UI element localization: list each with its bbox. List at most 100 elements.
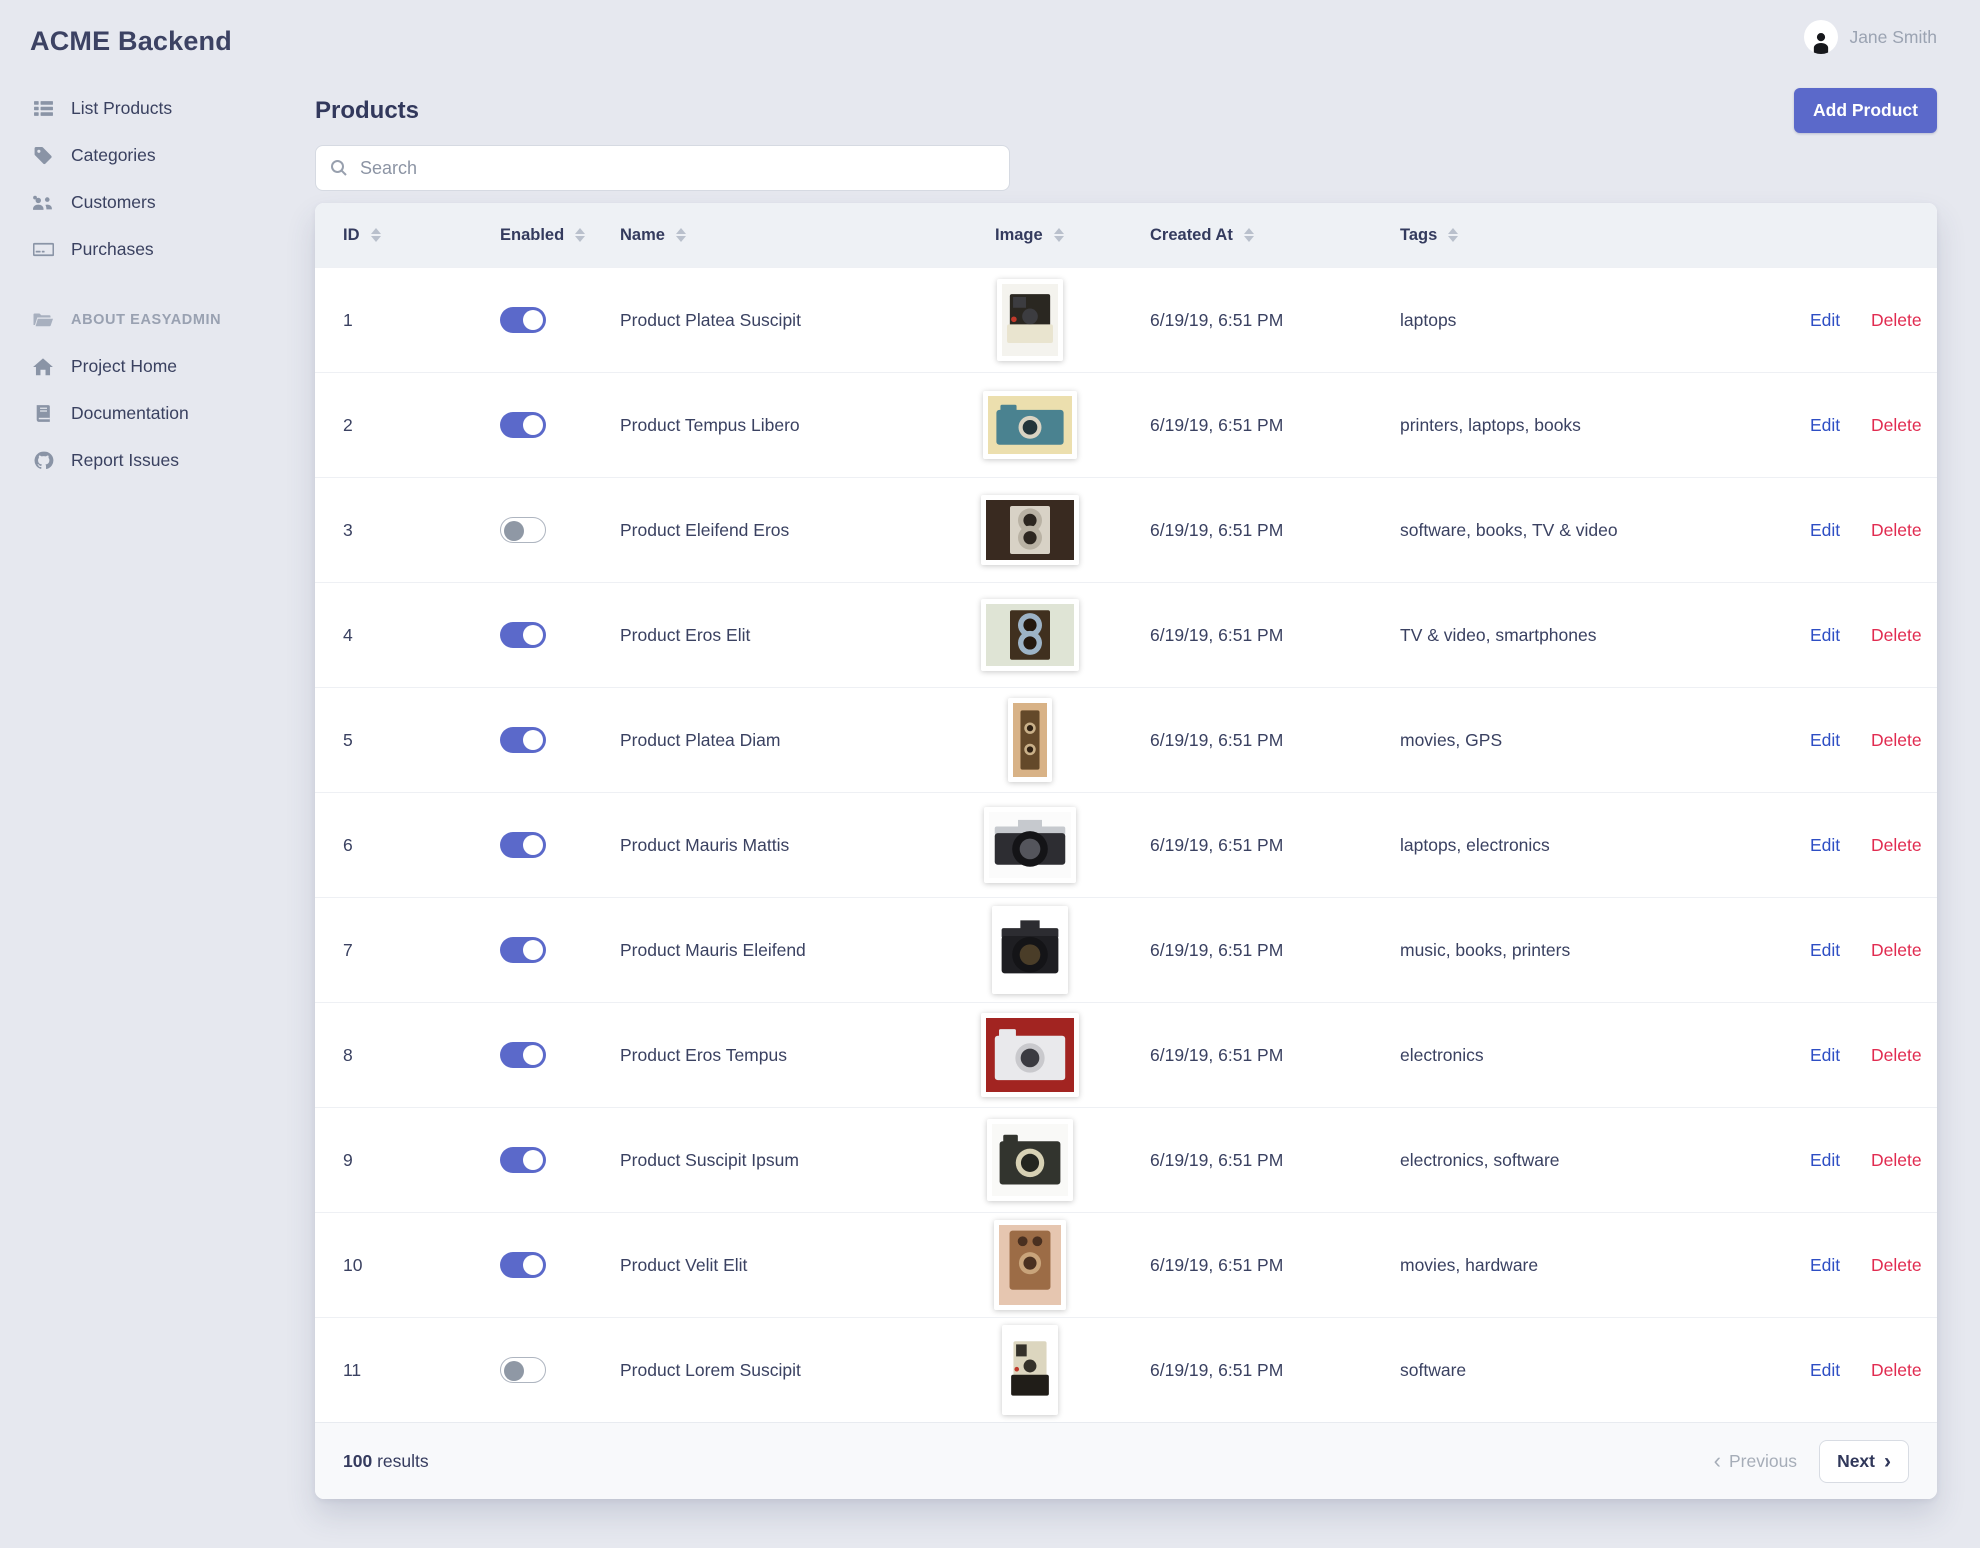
- enabled-toggle[interactable]: [500, 1147, 546, 1173]
- chevron-right-icon: ›: [1884, 1449, 1891, 1473]
- table-row: 9 Product Suscipit Ipsum 6/19/19, 6:51 P…: [315, 1107, 1937, 1213]
- product-image-frame: [989, 812, 1071, 878]
- sidebar-item-label: Documentation: [71, 403, 189, 423]
- app-title: ACME Backend: [30, 26, 232, 56]
- edit-link[interactable]: Edit: [1810, 520, 1840, 540]
- enabled-toggle[interactable]: [500, 832, 546, 858]
- product-image: [997, 279, 1063, 361]
- edit-link[interactable]: Edit: [1810, 835, 1840, 855]
- sidebar-item-project-home[interactable]: Project Home: [30, 343, 312, 390]
- delete-link[interactable]: Delete: [1871, 310, 1922, 330]
- cell-tags: movies, GPS: [1380, 687, 1810, 793]
- edit-link[interactable]: Edit: [1810, 730, 1840, 750]
- cell-id: 5: [315, 687, 465, 793]
- avatar: [1804, 20, 1839, 54]
- product-image: [983, 391, 1077, 459]
- enabled-toggle[interactable]: [500, 517, 546, 543]
- product-name: Product Suscipit Ipsum: [590, 1107, 930, 1213]
- results-label: results: [377, 1450, 429, 1471]
- product-image-frame: [1007, 1330, 1053, 1410]
- sidebar-item-purchases[interactable]: Purchases: [30, 226, 312, 273]
- delete-link[interactable]: Delete: [1871, 415, 1922, 435]
- product-image: [994, 1220, 1066, 1310]
- search-input[interactable]: [358, 156, 995, 180]
- product-image-frame: [986, 604, 1074, 666]
- enabled-toggle[interactable]: [500, 937, 546, 963]
- products-table: ID Enabled Name Image Created At Tags 1 Produ…: [315, 203, 1937, 1422]
- cell-created: 6/19/19, 6:51 PM: [1130, 1212, 1380, 1318]
- cell-tags: electronics, software: [1380, 1107, 1810, 1213]
- enabled-toggle[interactable]: [500, 1042, 546, 1068]
- cell-tags: laptops: [1380, 267, 1810, 373]
- delete-link[interactable]: Delete: [1871, 1150, 1922, 1170]
- enabled-toggle[interactable]: [500, 727, 546, 753]
- product-image-frame: [1013, 703, 1047, 777]
- delete-link[interactable]: Delete: [1871, 520, 1922, 540]
- cell-created: 6/19/19, 6:51 PM: [1130, 477, 1380, 583]
- edit-link[interactable]: Edit: [1810, 940, 1840, 960]
- delete-link[interactable]: Delete: [1871, 730, 1922, 750]
- sidebar-item-list-products[interactable]: List Products: [30, 85, 312, 132]
- enabled-toggle[interactable]: [500, 1357, 546, 1383]
- sort-icon[interactable]: [1053, 227, 1064, 243]
- column-header-created-at[interactable]: Created At: [1130, 203, 1380, 268]
- sort-icon[interactable]: [370, 227, 381, 243]
- cell-created: 6/19/19, 6:51 PM: [1130, 582, 1380, 688]
- edit-link[interactable]: Edit: [1810, 1255, 1840, 1275]
- edit-link[interactable]: Edit: [1810, 1360, 1840, 1380]
- cell-created: 6/19/19, 6:51 PM: [1130, 792, 1380, 898]
- sidebar-item-documentation[interactable]: Documentation: [30, 390, 312, 437]
- sidebar-item-label: Project Home: [71, 356, 178, 376]
- sidebar-item-categories[interactable]: Categories: [30, 132, 312, 179]
- sort-icon[interactable]: [575, 227, 586, 243]
- users-icon: [30, 192, 56, 213]
- enabled-toggle[interactable]: [500, 1252, 546, 1278]
- user-menu[interactable]: Jane Smith: [1804, 20, 1937, 54]
- column-header-name[interactable]: Name: [590, 203, 930, 268]
- previous-button[interactable]: ‹ Previous: [1714, 1450, 1797, 1472]
- cell-id: 10: [315, 1212, 465, 1318]
- column-header-enabled[interactable]: Enabled: [465, 203, 590, 268]
- sidebar-item-report-issues[interactable]: Report Issues: [30, 437, 312, 484]
- sort-icon[interactable]: [1448, 227, 1459, 243]
- enabled-toggle[interactable]: [500, 307, 546, 333]
- sort-icon[interactable]: [675, 227, 686, 243]
- tags-icon: [30, 145, 56, 166]
- add-product-button[interactable]: Add Product: [1794, 88, 1937, 133]
- sidebar-item-customers[interactable]: Customers: [30, 179, 312, 226]
- product-name: Product Eros Tempus: [590, 1002, 930, 1108]
- product-image: [1008, 698, 1052, 782]
- delete-link[interactable]: Delete: [1871, 1045, 1922, 1065]
- pagination: ‹ Previous Next ›: [1714, 1439, 1909, 1483]
- next-button[interactable]: Next ›: [1819, 1439, 1909, 1483]
- column-header-tags[interactable]: Tags: [1380, 203, 1810, 268]
- delete-link[interactable]: Delete: [1871, 1360, 1922, 1380]
- sidebar-section-label: ABOUT EASYADMIN: [71, 311, 222, 328]
- product-image: [987, 1119, 1073, 1201]
- enabled-toggle[interactable]: [500, 622, 546, 648]
- sidebar-section-about: ABOUT EASYADMIN: [30, 296, 312, 343]
- edit-link[interactable]: Edit: [1810, 310, 1840, 330]
- product-name: Product Platea Suscipit: [590, 267, 930, 373]
- column-header-image[interactable]: Image: [930, 203, 1130, 268]
- delete-link[interactable]: Delete: [1871, 1255, 1922, 1275]
- column-header-actions: [1810, 203, 1937, 268]
- product-image: [984, 807, 1076, 883]
- delete-link[interactable]: Delete: [1871, 625, 1922, 645]
- table-row: 3 Product Eleifend Eros 6/19/19, 6:51 PM…: [315, 477, 1937, 583]
- column-header-id[interactable]: ID: [315, 203, 465, 268]
- sort-icon[interactable]: [1243, 227, 1254, 243]
- table-row: 10 Product Velit Elit 6/19/19, 6:51 PM m…: [315, 1212, 1937, 1318]
- github-icon: [30, 450, 56, 471]
- delete-link[interactable]: Delete: [1871, 940, 1922, 960]
- enabled-toggle[interactable]: [500, 412, 546, 438]
- product-image-frame: [997, 911, 1063, 989]
- edit-link[interactable]: Edit: [1810, 625, 1840, 645]
- table-row: 7 Product Mauris Eleifend 6/19/19, 6:51 …: [315, 897, 1937, 1003]
- edit-link[interactable]: Edit: [1810, 1150, 1840, 1170]
- product-image: [981, 1013, 1079, 1097]
- edit-link[interactable]: Edit: [1810, 1045, 1840, 1065]
- delete-link[interactable]: Delete: [1871, 835, 1922, 855]
- product-name: Product Eleifend Eros: [590, 477, 930, 583]
- edit-link[interactable]: Edit: [1810, 415, 1840, 435]
